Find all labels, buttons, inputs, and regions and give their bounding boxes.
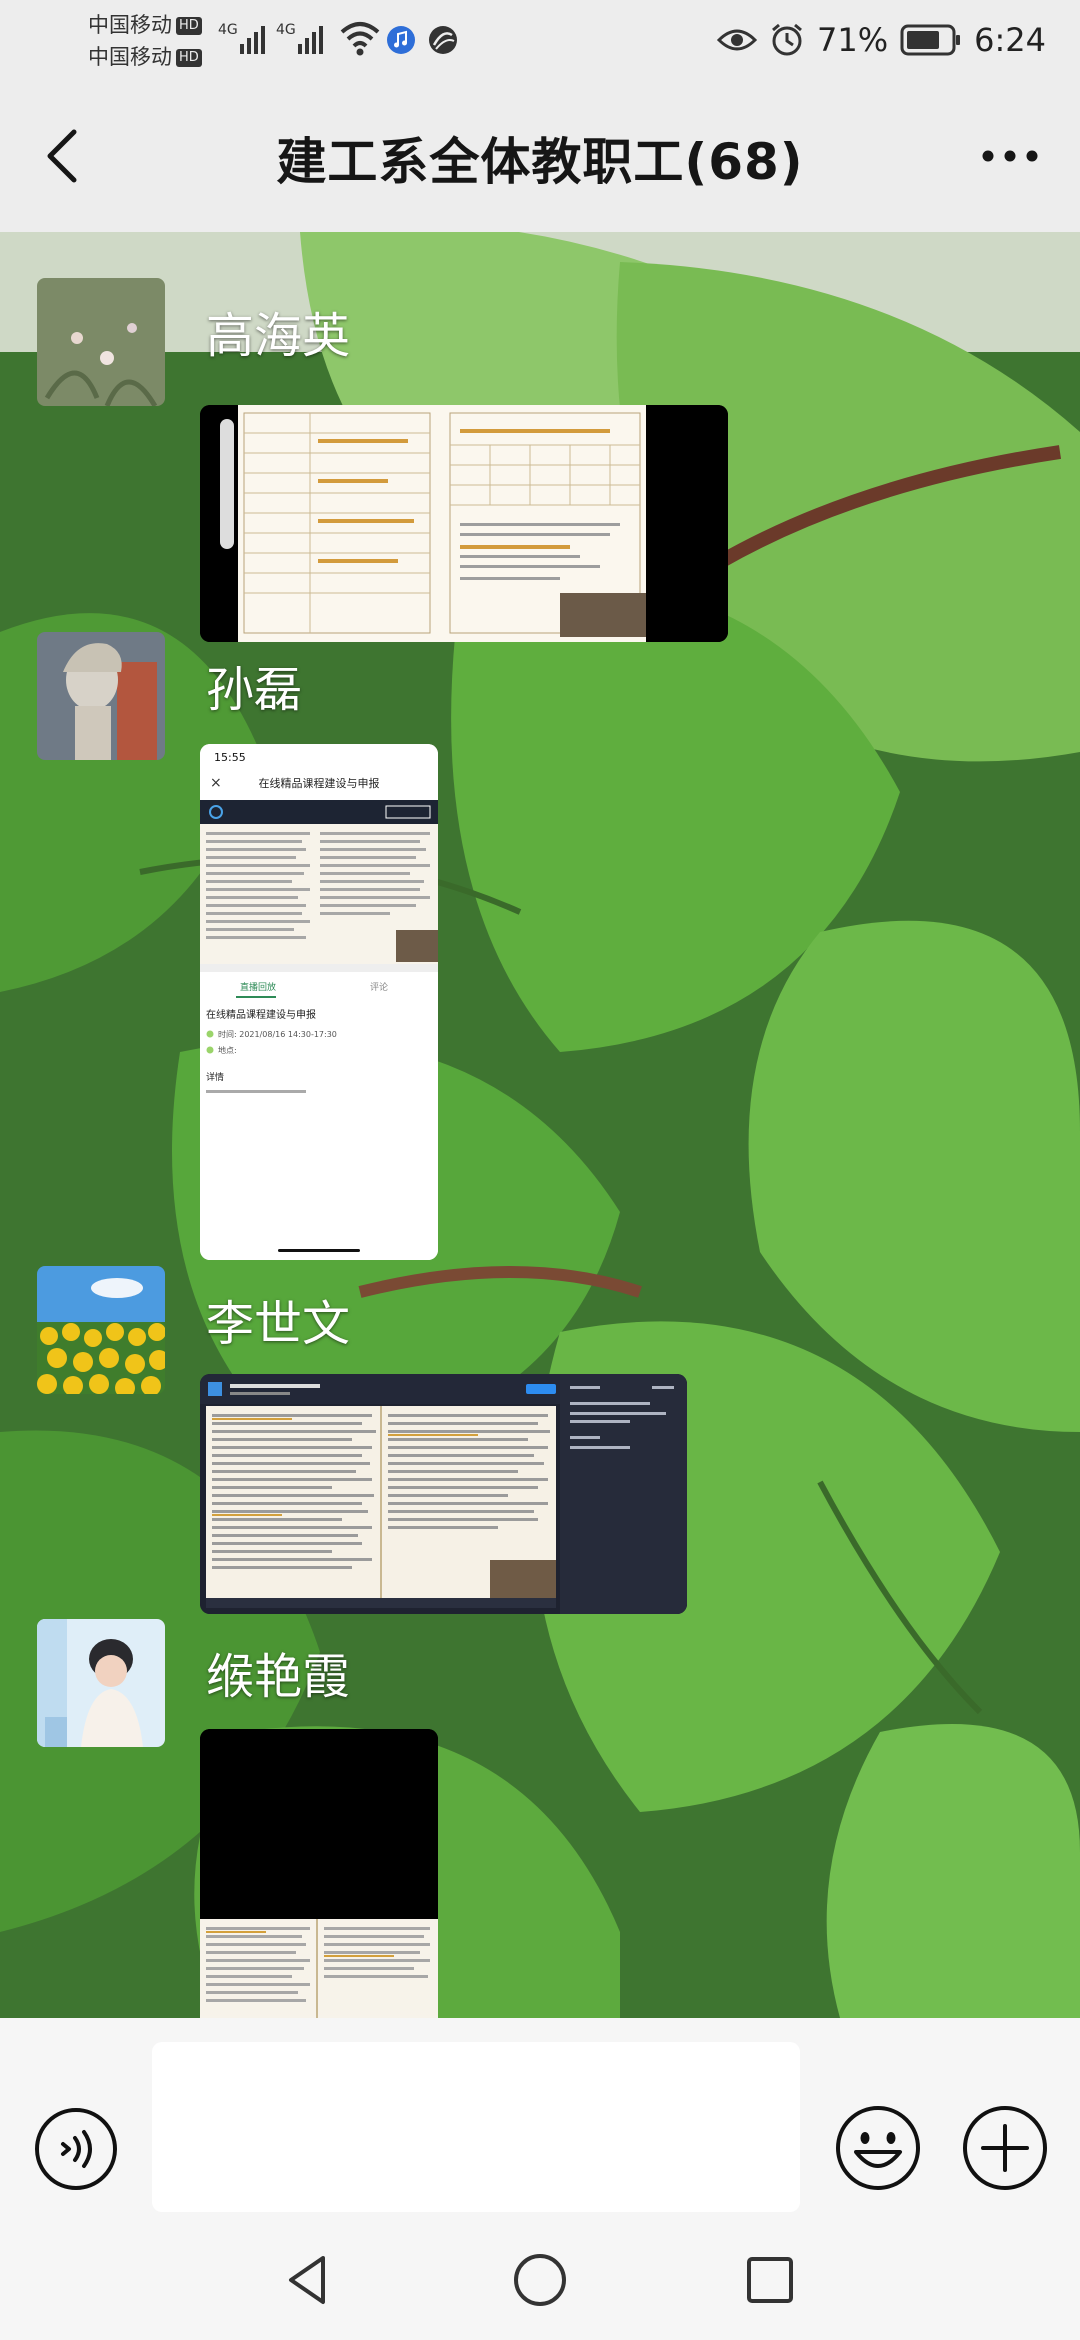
message-input[interactable] — [152, 2042, 800, 2212]
chat-message: 高海英 — [0, 278, 1080, 642]
chat-area[interactable]: 高海英 孙磊 15:55 × 在线精品课程建设与申报 直播回放 评论 在线精品课… — [0, 232, 1080, 2018]
sender-name: 缑艳霞 — [206, 1649, 351, 1705]
sender-name: 孙磊 — [206, 662, 303, 718]
system-nav-bar — [0, 2218, 1080, 2340]
shot-section: 详情 — [206, 1071, 224, 1083]
document-thumbnail — [200, 405, 728, 642]
voice-icon[interactable] — [33, 2106, 119, 2192]
avatar-image — [37, 1266, 165, 1394]
network-1-label: 4G — [218, 22, 238, 38]
shot-date-line: 时间: 2021/08/16 14:30-17:30 — [218, 1029, 337, 1039]
chat-message: 缑艳霞 — [0, 1619, 1080, 2018]
sender-name: 李世文 — [206, 1296, 351, 1352]
avatar[interactable] — [37, 1266, 165, 1394]
sender-name: 高海英 — [206, 308, 351, 364]
svg-text:×: × — [210, 775, 222, 791]
home-circle-icon[interactable] — [508, 2248, 572, 2312]
recent-square-icon[interactable] — [738, 2248, 802, 2312]
avatar-image — [37, 278, 165, 406]
back-triangle-icon[interactable] — [277, 2248, 341, 2312]
image-message[interactable] — [200, 1374, 687, 1614]
wifi-icon — [340, 22, 380, 56]
carrier-1-label: 中国移动 — [88, 13, 172, 37]
avatar[interactable] — [37, 278, 165, 406]
svg-text:评论: 评论 — [370, 981, 388, 993]
phone-screenshot-thumbnail — [200, 1729, 438, 2018]
browser-icon — [429, 26, 457, 54]
emoji-icon[interactable] — [834, 2104, 922, 2192]
shot-time: 15:55 — [214, 751, 246, 764]
image-message[interactable] — [200, 405, 728, 642]
phone-screenshot-thumbnail: 15:55 × 在线精品课程建设与申报 直播回放 评论 在线精品课程建设与申报 … — [200, 744, 438, 1260]
carrier-2: 中国移动 HD — [88, 44, 202, 70]
status-bar: 中国移动 HD 中国移动 HD 4G 4G 71% 6:24 — [0, 0, 1080, 80]
battery-icon — [900, 24, 961, 56]
eye-icon — [717, 29, 758, 51]
svg-text:直播回放: 直播回放 — [240, 981, 276, 993]
back-arrow-icon[interactable] — [30, 120, 100, 192]
avatar-image — [37, 632, 165, 760]
carrier-2-label: 中国移动 — [88, 45, 172, 69]
clock-time: 6:24 — [974, 21, 1046, 59]
video-screenshot-thumbnail — [200, 1374, 687, 1614]
battery-percent: 71% — [817, 21, 889, 59]
hd-badge: HD — [176, 17, 202, 35]
image-message[interactable] — [200, 1729, 438, 2018]
more-dots-icon[interactable] — [970, 120, 1050, 192]
carrier-1: 中国移动 HD — [88, 12, 202, 38]
plus-icon[interactable] — [961, 2104, 1049, 2192]
avatar-image — [37, 1619, 165, 1747]
network-2-label: 4G — [276, 22, 296, 38]
shot-title: 在线精品课程建设与申报 — [259, 776, 380, 790]
avatar[interactable] — [37, 1619, 165, 1747]
chat-title: 建工系全体教职工(68) — [276, 133, 804, 191]
alarm-icon — [772, 23, 802, 56]
shot-item-title: 在线精品课程建设与申报 — [206, 1008, 316, 1021]
image-message[interactable]: 15:55 × 在线精品课程建设与申报 直播回放 评论 在线精品课程建设与申报 … — [200, 744, 438, 1260]
hd-badge: HD — [176, 49, 202, 67]
avatar[interactable] — [37, 632, 165, 760]
chat-message: 李世文 — [0, 1266, 1080, 1616]
music-icon — [387, 26, 415, 54]
chat-header: 建工系全体教职工(68) — [0, 80, 1080, 232]
input-bar — [0, 2018, 1080, 2218]
signal-icon: 4G 4G — [218, 22, 323, 54]
shot-extra-line: 地点: — [218, 1045, 237, 1055]
status-right: 71% 6:24 — [717, 14, 1046, 66]
